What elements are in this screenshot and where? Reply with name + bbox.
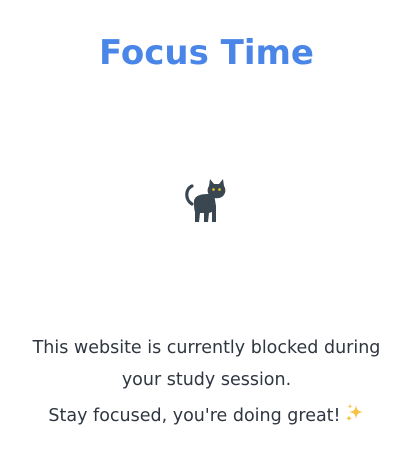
blocked-page: Focus Time This website is currently blo… — [0, 0, 413, 476]
encouragement-message: Stay focused, you're doing great! — [0, 402, 413, 430]
encouragement-text: Stay focused, you're doing great! — [48, 406, 341, 426]
page-title: Focus Time — [99, 33, 314, 73]
cat-body — [194, 194, 216, 222]
black-cat-icon — [183, 178, 227, 224]
cat-head — [207, 179, 226, 199]
cat-tail — [185, 184, 194, 206]
blocked-message: This website is currently blocked during… — [32, 338, 381, 390]
cat-eye-right — [218, 188, 221, 191]
cat-eye-left — [212, 188, 215, 191]
sparkles-icon — [345, 403, 365, 423]
